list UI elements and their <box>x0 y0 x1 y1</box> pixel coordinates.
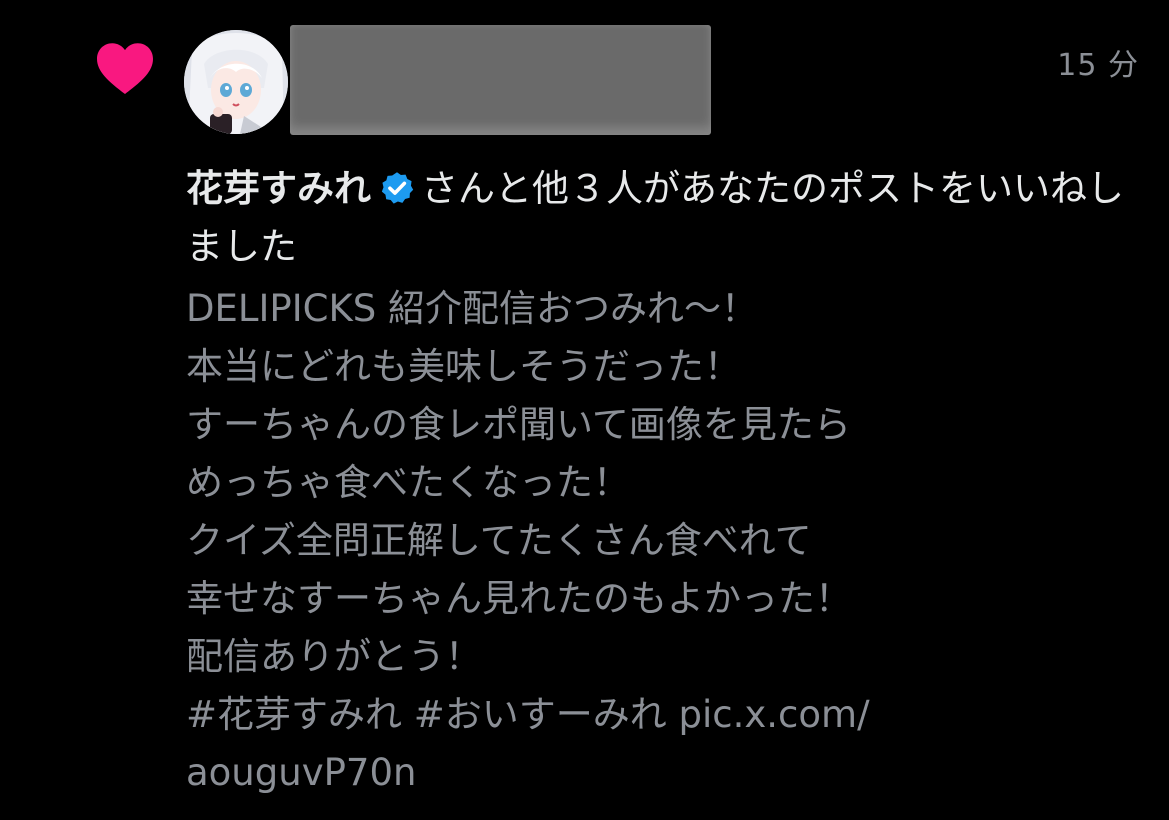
post-line: 配信ありがとう！ <box>186 635 482 678</box>
post-text[interactable]: DELIPICKS 紹介配信おつみれ〜！ 本当にどれも美味しそうだった！ すーち… <box>186 280 1146 802</box>
hashtag-line[interactable]: #花芽すみれ #おいすーみれ pic.x.com/ <box>186 686 1146 744</box>
post-line: 本当にどれも美味しそうだった！ <box>186 345 741 388</box>
verified-badge-icon <box>381 172 414 204</box>
timestamp: 15 分 <box>1057 48 1139 83</box>
user-name[interactable]: 花芽すみれ <box>186 167 371 210</box>
avatar[interactable] <box>184 30 288 134</box>
post-line: 幸せなすーちゃん見れたのもよかった！ <box>186 577 852 620</box>
post-line: クイズ全問正解してたくさん食べれて <box>186 519 812 562</box>
post-line: DELIPICKS 紹介配信おつみれ〜！ <box>186 287 758 330</box>
like-notification-text[interactable]: 花芽すみれ さんと他３人があなたのポストをいいねしました <box>186 160 1136 276</box>
heart-icon <box>97 43 153 94</box>
post-line: めっちゃ食べたくなった！ <box>186 461 630 504</box>
redacted-username <box>290 25 711 135</box>
link-line[interactable]: aouguvP70n <box>186 744 1146 802</box>
post-line: すーちゃんの食レポ聞いて画像を見たら <box>186 403 851 446</box>
